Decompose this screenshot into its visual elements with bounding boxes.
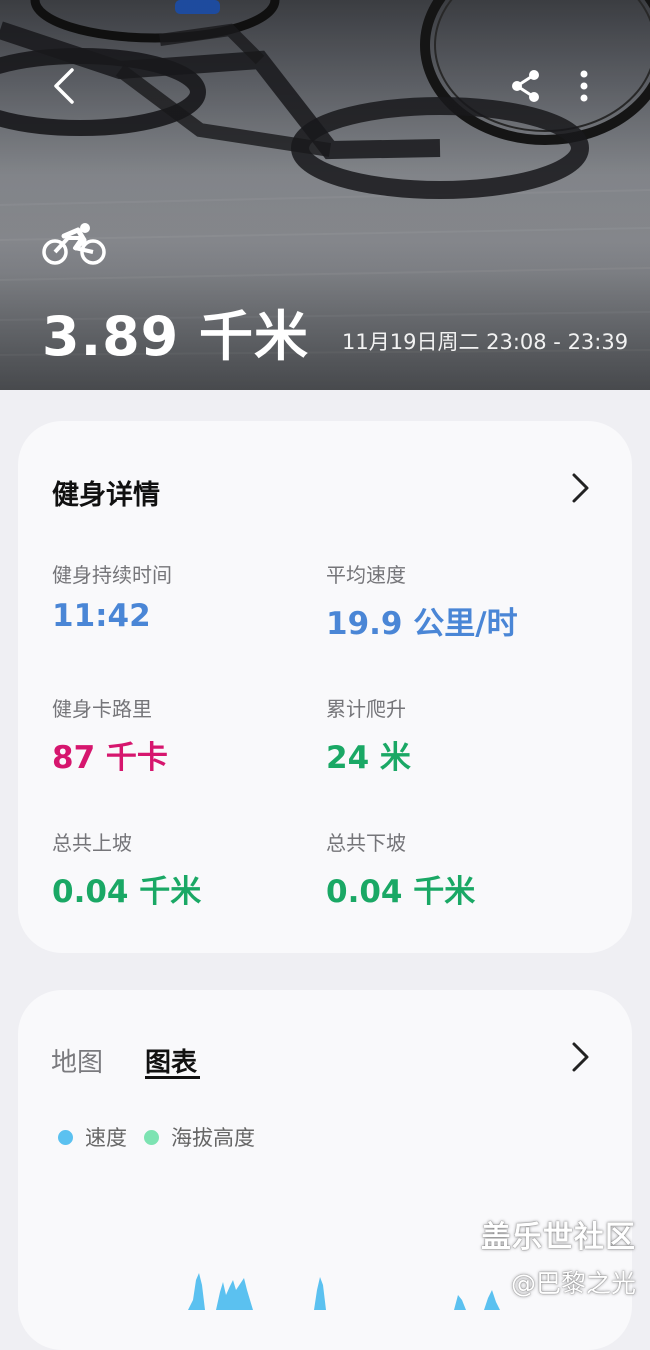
stat-label: 累计爬升: [326, 697, 406, 721]
stat-calories: 健身卡路里 87 千卡: [52, 693, 168, 777]
legend-altitude: 海拔高度: [144, 1122, 255, 1152]
chevron-right-icon[interactable]: [565, 471, 595, 505]
more-options-button[interactable]: [560, 62, 608, 110]
workout-datetime: 11月19日周二 23:08 - 23:39: [342, 330, 629, 354]
stat-label: 总共上坡: [52, 831, 132, 855]
total-distance: 3.89 千米: [42, 305, 310, 368]
details-title: 健身详情: [52, 480, 160, 511]
back-button[interactable]: [40, 62, 88, 110]
stat-uphill: 总共上坡 0.04 千米: [52, 827, 201, 911]
stat-label: 健身持续时间: [52, 563, 172, 587]
stat-label: 健身卡路里: [52, 697, 152, 721]
chevron-left-icon: [54, 68, 74, 104]
stat-label: 总共下坡: [326, 831, 406, 855]
workout-hero-photo: 3.89 千米 11月19日周二 23:08 - 23:39: [0, 0, 650, 390]
legend-label: 海拔高度: [171, 1126, 255, 1150]
legend-speed: 速度: [58, 1122, 127, 1152]
altitude-color-dot: [144, 1129, 159, 1145]
stat-value: 0.04 千米: [52, 874, 202, 910]
watermark-line1: 盖乐世社区: [481, 1220, 636, 1255]
stat-label: 平均速度: [326, 563, 406, 587]
legend-label: 速度: [85, 1126, 127, 1150]
stat-elevation-gain: 累计爬升 24 米: [326, 693, 411, 777]
tab-map[interactable]: 地图: [51, 1042, 103, 1079]
share-icon: [512, 70, 539, 102]
share-button[interactable]: [502, 62, 550, 110]
chevron-right-icon[interactable]: [565, 1040, 595, 1074]
cycling-icon: [42, 223, 106, 265]
speed-color-dot: [58, 1129, 73, 1145]
stat-downhill: 总共下坡 0.04 千米: [326, 827, 475, 911]
more-vertical-icon: [580, 70, 588, 102]
stat-value: 24 米: [326, 740, 411, 776]
stat-value: 87 千卡: [52, 740, 168, 776]
stat-avg-speed: 平均速度 19.9 公里/时: [326, 559, 518, 643]
tab-chart[interactable]: 图表: [145, 1042, 197, 1079]
workout-details-card[interactable]: 健身详情 健身持续时间 11:42 平均速度 19.9 公里/时 健身卡路里 8…: [18, 421, 632, 953]
stat-value: 11:42: [52, 598, 151, 634]
watermark: 盖乐世社区 @巴黎之光: [481, 1212, 636, 1300]
active-tab-indicator: [145, 1076, 200, 1079]
stat-value: 0.04 千米: [326, 874, 476, 910]
stat-duration: 健身持续时间 11:42: [52, 559, 172, 634]
watermark-line2: @巴黎之光: [510, 1269, 636, 1298]
speed-series-area: [188, 1273, 500, 1310]
stat-value: 19.9 公里/时: [326, 606, 518, 642]
